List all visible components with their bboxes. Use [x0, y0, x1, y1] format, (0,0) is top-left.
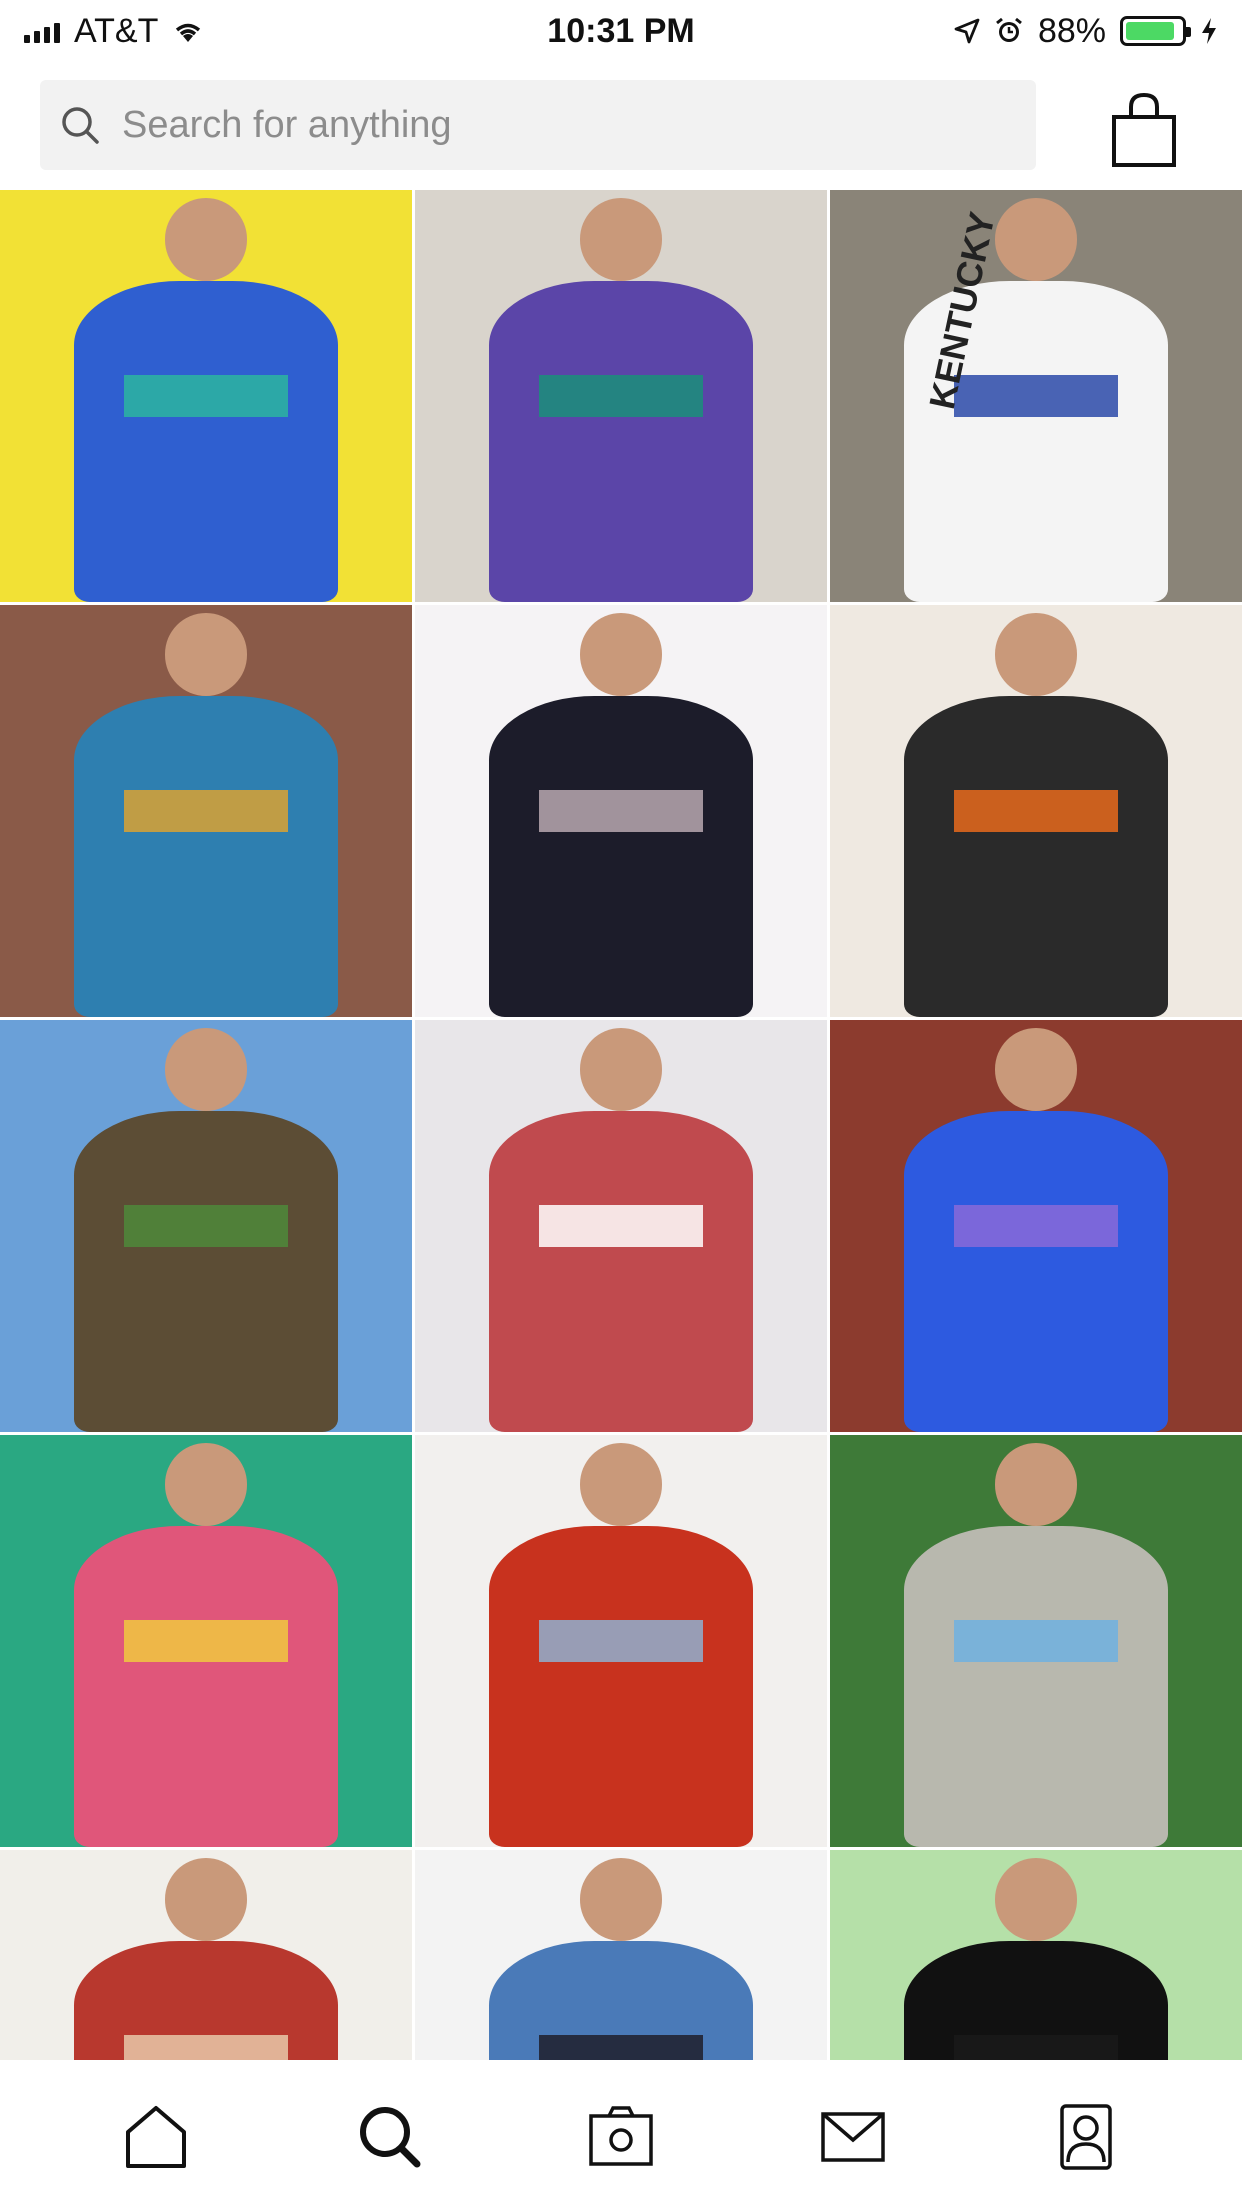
- product-garment-detail: [538, 790, 704, 832]
- product-blue-purple-tee[interactable]: [830, 1020, 1242, 1432]
- product-garment-detail: [953, 375, 1119, 417]
- mail-icon: [821, 2112, 886, 2162]
- signal-icon: [24, 19, 60, 43]
- product-garment-detail: [123, 2035, 289, 2060]
- product-garment-detail: [953, 1620, 1119, 1662]
- product-garment: [74, 1525, 338, 1847]
- product-model-head: [164, 1858, 248, 1941]
- product-garment: [489, 1525, 753, 1847]
- charging-icon: [1202, 18, 1216, 44]
- product-model-head: [579, 613, 663, 696]
- product-model-head: [164, 1028, 248, 1111]
- product-snakeskin-jacket[interactable]: [0, 1020, 412, 1432]
- product-red-snakeskin-wrap-top[interactable]: [415, 1435, 827, 1847]
- nav-camera[interactable]: [576, 2091, 666, 2181]
- product-garment-detail: [953, 1205, 1119, 1247]
- product-rainbow-organza-shawl[interactable]: [0, 1435, 412, 1847]
- status-right: 88%: [818, 12, 1218, 51]
- product-red-floral-peasant-top[interactable]: [0, 1850, 412, 2060]
- search-input[interactable]: [122, 103, 1002, 147]
- shopping-bag-icon: [1112, 92, 1176, 167]
- product-snakeskin-pants[interactable]: [830, 1435, 1242, 1847]
- product-garment: [74, 695, 338, 1017]
- product-garment: [904, 1525, 1168, 1847]
- alarm-icon: [996, 17, 1022, 42]
- product-leather-bucket-bag[interactable]: [415, 605, 827, 1017]
- product-blue-silk-blouse[interactable]: [415, 1850, 827, 2060]
- product-garment: [74, 280, 338, 602]
- nav-home[interactable]: [111, 2091, 201, 2181]
- product-kentucky-mickey-sweatshirt[interactable]: KENTUCKY: [830, 190, 1242, 602]
- location-icon: [954, 18, 980, 44]
- cart-button[interactable]: [1104, 84, 1184, 174]
- product-model-head: [164, 613, 248, 696]
- product-grid: KENTUCKY: [0, 190, 1242, 2060]
- product-garment: [904, 1110, 1168, 1432]
- product-garment: [489, 695, 753, 1017]
- product-garment: [74, 1110, 338, 1432]
- product-model-head: [579, 1443, 663, 1526]
- status-left: AT&T: [24, 12, 424, 51]
- product-garment-detail: [953, 2035, 1119, 2060]
- product-garment-detail: [953, 790, 1119, 832]
- product-model-head: [994, 1858, 1078, 1941]
- product-striped-red-shirt[interactable]: [415, 1020, 827, 1432]
- product-model-head: [994, 1443, 1078, 1526]
- product-patterned-windbreaker[interactable]: [0, 605, 412, 1017]
- product-garment-detail: [538, 2035, 704, 2060]
- product-model-head: [994, 1028, 1078, 1111]
- home-icon: [126, 2106, 187, 2168]
- product-garment-detail: [538, 375, 704, 417]
- product-model-head: [579, 1028, 663, 1111]
- product-model-head: [579, 1858, 663, 1941]
- product-black-graphic-tee[interactable]: [830, 1850, 1242, 2060]
- product-model-head: [994, 613, 1078, 696]
- product-model-head: [164, 1443, 248, 1526]
- status-bar: AT&T 10:31 PM 88%: [0, 0, 1242, 62]
- product-garment-detail: [123, 1620, 289, 1662]
- product-garment-detail: [538, 1620, 704, 1662]
- product-garment-detail: [538, 1205, 704, 1247]
- nav-messages[interactable]: [808, 2091, 898, 2181]
- search-icon: [359, 2107, 421, 2168]
- product-garment: [489, 280, 753, 602]
- product-garment: [489, 1110, 753, 1432]
- product-model-head: [164, 198, 248, 281]
- profile-icon: [1060, 2104, 1112, 2170]
- battery-icon: [1120, 16, 1191, 46]
- product-model-head: [579, 198, 663, 281]
- product-patterned-knit-sweater[interactable]: [830, 605, 1242, 1017]
- search-header: [0, 62, 1242, 186]
- product-garment: [904, 695, 1168, 1017]
- battery-percent: 88%: [1037, 11, 1106, 50]
- battery-level: [1126, 22, 1174, 40]
- nav-search[interactable]: [344, 2091, 434, 2181]
- clock: 10:31 PM: [547, 11, 695, 50]
- camera-icon: [589, 2106, 653, 2166]
- product-garment-detail: [123, 1205, 289, 1247]
- product-garment-detail: [123, 790, 289, 832]
- product-purple-teal-jacket[interactable]: [415, 190, 827, 602]
- carrier-label: AT&T: [74, 11, 159, 50]
- product-blue-windbreaker[interactable]: [0, 190, 412, 602]
- nav-profile[interactable]: [1041, 2091, 1131, 2181]
- wifi-icon: [176, 23, 201, 42]
- search-icon: [62, 107, 99, 144]
- product-garment-detail: [123, 375, 289, 417]
- product-model-head: [994, 198, 1078, 281]
- search-bar[interactable]: [40, 80, 1036, 170]
- bottom-nav: [0, 2064, 1242, 2208]
